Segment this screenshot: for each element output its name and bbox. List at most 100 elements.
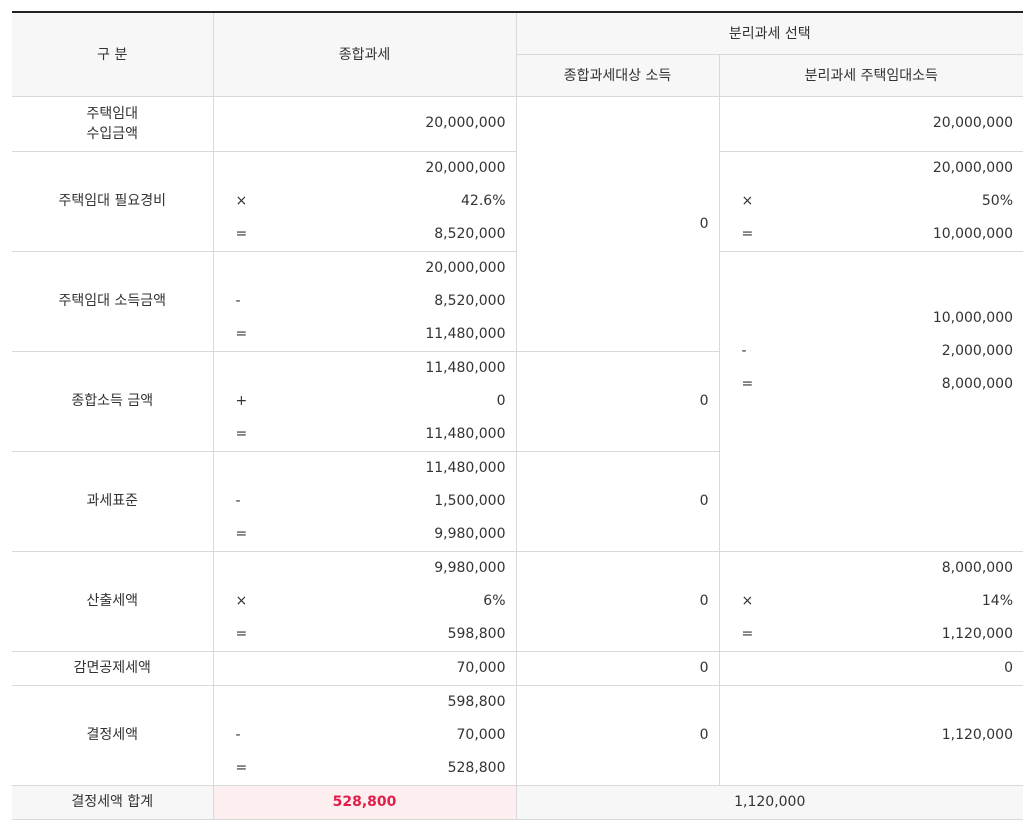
calc-number: 0 [496, 393, 506, 409]
calc-number: 20,000,000 [932, 160, 1014, 176]
calc-line: = 1,120,000 [742, 618, 1014, 651]
calc-number: 14% [981, 593, 1014, 609]
calc-line: = 10,000,000 [742, 218, 1014, 251]
calc-line: 20,000,000 [236, 152, 506, 185]
calc-number: 11,480,000 [425, 360, 506, 376]
calc-line: 8,000,000 [742, 552, 1014, 585]
calc-number: 42.6% [461, 193, 506, 209]
header-separate-rent: 분리과세 주택임대소득 [718, 53, 1024, 97]
calc-number: 9,980,000 [434, 560, 506, 576]
calc-number: 8,000,000 [941, 376, 1014, 393]
final-tax-sep-rent: 1,120,000 [718, 684, 1024, 786]
calc-operator: = [235, 426, 248, 442]
row-label-tax-base: 과세표준 [12, 450, 214, 552]
calc-line: = 8,520,000 [236, 218, 506, 251]
total-comp: 528,800 [212, 784, 517, 820]
calc-line: - 1,500,000 [236, 485, 506, 518]
calc-operator: = [235, 326, 248, 342]
row-label-income: 주택임대 소득금액 [12, 250, 214, 352]
expense-sep-comp: 0 [515, 95, 720, 352]
revenue-sep-rent-value: 20,000,000 [932, 115, 1014, 131]
calc-line: 11,480,000 [236, 452, 506, 485]
calc-line: = 9,980,000 [236, 518, 506, 551]
calc-operator: = [741, 626, 754, 642]
tax-comparison-table: 구 분 종합과세 분리과세 선택 종합과세대상 소득 분리과세 주택임대소득 주… [12, 11, 1024, 820]
calc-number: 6% [483, 593, 506, 609]
expense-comp: 20,000,000 × 42.6% = 8,520,000 [212, 150, 517, 252]
total-income-sep-comp: 0 [515, 350, 719, 452]
deduction-sep-rent: 0 [718, 650, 1024, 686]
calc-operator: × [235, 193, 248, 209]
calc-operator: × [235, 593, 248, 609]
calc-operator: = [741, 226, 754, 242]
calc-operator: = [235, 226, 248, 242]
calc-operator: = [235, 526, 248, 542]
calc-operator: = [235, 760, 248, 776]
calc-operator: - [235, 493, 241, 509]
deduction-sep-comp: 0 [515, 650, 720, 686]
calc-tax-sep-rent: 8,000,000 × 14% = 1,120,000 [718, 550, 1024, 652]
calc-number: 2,000,000 [941, 343, 1014, 360]
calc-line: 20,000,000 [236, 252, 506, 285]
calc-line: × 14% [742, 585, 1014, 618]
calc-line: - 2,000,000 [742, 335, 1014, 368]
total-separate: 1,120,000 [515, 784, 1024, 820]
revenue-sep-rent: 20,000,000 [718, 95, 1024, 152]
calc-number: 8,520,000 [434, 293, 506, 309]
calc-number: 50% [981, 193, 1014, 209]
calc-line: +0 [236, 385, 506, 418]
calc-number: 9,980,000 [434, 526, 506, 542]
row-label-total-income: 종합소득 금액 [12, 350, 214, 452]
row-label-revenue: 주택임대 수입금액 [12, 95, 214, 152]
row-label-calc-tax: 산출세액 [12, 550, 214, 652]
total-income-sep-rent: 10,000,000 - 2,000,000 = 8,000,000 [718, 250, 1024, 451]
calc-number: 598,800 [447, 694, 506, 710]
calc-line: 10,000,000 [742, 302, 1014, 335]
calc-number: 10,000,000 [932, 226, 1014, 242]
calc-number: 1,500,000 [434, 493, 506, 509]
calc-line: = 11,480,000 [236, 418, 506, 451]
calc-number: 11,480,000 [425, 426, 506, 442]
calc-number: 20,000,000 [425, 260, 506, 276]
header-comprehensive: 종합과세 [212, 11, 517, 97]
calc-line: 598,800 [236, 686, 506, 719]
tax-comparison-table-wrapper: 구 분 종합과세 분리과세 선택 종합과세대상 소득 분리과세 주택임대소득 주… [12, 11, 1024, 820]
calc-number: 20,000,000 [425, 160, 506, 176]
calc-operator: = [235, 626, 248, 642]
calc-line: × 42.6% [236, 185, 506, 218]
calc-operator: - [235, 727, 241, 743]
calc-line: × 50% [742, 185, 1014, 218]
calc-line: 11,480,000 [236, 352, 506, 385]
revenue-comp-value: 20,000,000 [425, 115, 506, 131]
calc-tax-comp: 9,980,000 × 6% = 598,800 [212, 550, 517, 652]
calc-number: 8,000,000 [941, 560, 1014, 576]
calc-line: - 8,520,000 [236, 285, 506, 318]
calc-number: 528,800 [447, 760, 506, 776]
deduction-comp-value: 70,000 [456, 659, 506, 676]
income-comp: 20,000,000 - 8,520,000 = 11,480,000 [212, 250, 517, 352]
calc-line: = 598,800 [236, 618, 506, 651]
calc-number: 11,480,000 [425, 460, 506, 476]
tax-base-sep-comp: 0 [515, 450, 720, 552]
calc-operator: + [235, 393, 248, 409]
calc-line: = 8,000,000 [742, 368, 1014, 401]
calc-operator: - [235, 293, 241, 309]
expense-sep-rent: 20,000,000 × 50% = 10,000,000 [718, 150, 1024, 252]
calc-number: 8,520,000 [434, 226, 506, 242]
calc-operator: = [741, 376, 754, 393]
row-label-deduction: 감면공제세액 [12, 650, 214, 686]
calc-line: = 11,480,000 [236, 318, 506, 351]
revenue-comp: 20,000,000 [212, 95, 517, 152]
header-separate-comp: 종합과세대상 소득 [516, 53, 720, 97]
header-gubun: 구 분 [12, 11, 214, 97]
calc-tax-sep-comp: 0 [515, 550, 720, 652]
calc-number: 10,000,000 [932, 310, 1014, 327]
final-tax-sep-comp: 0 [515, 684, 720, 786]
calc-operator: × [741, 593, 754, 609]
row-label-final-tax: 결정세액 [12, 684, 214, 786]
total-income-comp: 11,480,000 +0 = 11,480,000 [212, 350, 517, 452]
calc-operator: × [741, 193, 754, 209]
calc-line: = 528,800 [236, 752, 506, 785]
calc-number: 70,000 [456, 727, 506, 743]
calc-line: 20,000,000 [742, 152, 1014, 185]
